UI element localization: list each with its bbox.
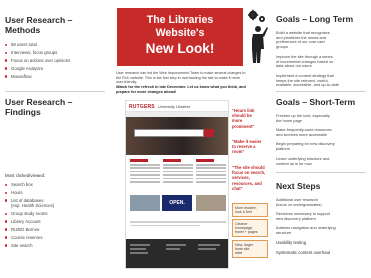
mockup-open-image: OPEN.: [162, 195, 192, 211]
list-item: Library Account: [5, 219, 54, 224]
annotation-box: Cleaner homepage, fewer + pages: [232, 219, 268, 238]
paragraph-line: content as is for now: [276, 160, 312, 166]
mockup-footer: [126, 239, 228, 268]
methods-heading: User Research – Methods: [5, 15, 72, 35]
next-steps-item: Systematic content overhaul: [276, 250, 330, 255]
mockup-search-button: [204, 129, 214, 137]
callout-line: room": [232, 149, 245, 155]
goals-short-paragraph: Leave underlying structure and content a…: [276, 156, 368, 166]
list-item: RU/ED Borrow: [5, 227, 54, 232]
goals-short-heading: Goals – Short-Term: [276, 97, 356, 107]
next-steps-item: Additional user research (focus on under…: [276, 197, 368, 207]
list-item: List of databases (esp. Health Sciences): [5, 198, 54, 208]
goals-long-paragraph: Implement a content strategy that keeps …: [276, 73, 368, 88]
goals-long-paragraph: Improve the site through a series of inc…: [276, 54, 368, 69]
paragraph-line: new discovery platform: [276, 215, 316, 221]
callout-line: chat": [232, 185, 243, 191]
annotation-line: look & feel: [235, 209, 252, 214]
list-item: Site search: [5, 243, 54, 248]
annotation-box: New, larger fonts site- wide: [232, 240, 268, 259]
paragraph-line: data about our users: [276, 63, 312, 69]
watch-text: Watch for the refresh in late December. …: [116, 85, 246, 94]
callout-line: prominent": [232, 123, 255, 129]
mockup-logo: RUTGERS: [129, 104, 155, 110]
list-item-subtext: (esp. Health Sciences): [11, 202, 55, 208]
paragraph-line: (focus on undergraduates): [276, 201, 322, 207]
banner-line1: The Libraries: [146, 14, 214, 26]
person-with-gears-illustration: [248, 9, 268, 63]
mockup-search-tabs: [134, 124, 214, 137]
paragraph-line: and services more accessible: [276, 131, 328, 137]
list-item: Search box: [5, 182, 54, 187]
callout-quote: "Hours link should be more prominent": [232, 108, 254, 129]
banner-title: The Libraries Website's New Look!: [117, 14, 243, 57]
mockup-text-lines: [130, 221, 226, 228]
paragraph-line: groups: [276, 44, 288, 50]
banner-line2: Website's: [155, 27, 205, 39]
paragraph-line: structure: [276, 229, 292, 235]
annotation-box: More modern look & feel: [232, 203, 268, 217]
callout-quote: "The site should focus on search, servic…: [232, 165, 265, 191]
list-item: Mouseflow: [5, 74, 70, 79]
paragraph-line: the home page: [276, 117, 302, 123]
paragraph-line: platform: [276, 145, 291, 151]
goals-short-paragraph: Begin preparing for new discovery platfo…: [276, 141, 368, 151]
list-item: Hours: [5, 190, 54, 195]
banner-line3: New Look!: [145, 41, 215, 56]
website-screenshot: RUTGERS University Libraries OPEN.: [125, 100, 229, 269]
list-item: Group study rooms: [5, 211, 54, 216]
findings-heading: User Research – Findings: [5, 97, 72, 117]
next-steps-item: Revisions necessary to support new disco…: [276, 211, 368, 221]
list-item: Google Analytics: [5, 66, 70, 71]
goals-long-heading: Goals – Long Term: [276, 14, 354, 24]
findings-list: Search box Hours List of databases (esp.…: [5, 182, 54, 251]
methods-heading-line2: Methods: [5, 24, 41, 35]
next-steps-item: Usability testing: [276, 240, 307, 245]
list-item: Focus on actions over opinions: [5, 58, 70, 63]
divider: [276, 172, 366, 173]
findings-heading-line2: Findings: [5, 106, 41, 117]
divider: [5, 91, 105, 92]
goals-long-paragraph: Build a website that recognizes and prio…: [276, 30, 368, 50]
title-banner: The Libraries Website's New Look!: [117, 8, 243, 66]
mockup-search-box: [134, 129, 204, 137]
intro-text: User research has led the Web Improvemen…: [116, 71, 246, 85]
most-clicked-label: Most clicked/viewed:: [5, 173, 46, 178]
divider: [276, 91, 366, 92]
mockup-header: RUTGERS University Libraries: [126, 101, 228, 112]
annotation-line: fewer + pages: [235, 230, 258, 235]
paragraph-line: readable, accessible, and up-to-date: [276, 82, 339, 88]
list-item: Course reserves: [5, 235, 54, 240]
mockup-subtitle: University Libraries: [158, 104, 191, 109]
list-item: 58 users total: [5, 42, 70, 47]
next-steps-heading: Next Steps: [276, 181, 321, 191]
list-item: Interviews, focus groups: [5, 50, 70, 55]
annotation-line: wide: [235, 251, 243, 256]
goals-short-paragraph: Freshen up the look, especially the home…: [276, 113, 368, 123]
next-steps-item: Address navigation and underlying struct…: [276, 225, 368, 235]
methods-list: 58 users total Interviews, focus groups …: [5, 42, 70, 82]
goals-short-paragraph: Make frequently-used resources and servi…: [276, 127, 368, 137]
callout-quote: "Make it easier to reserve a room": [232, 139, 261, 155]
